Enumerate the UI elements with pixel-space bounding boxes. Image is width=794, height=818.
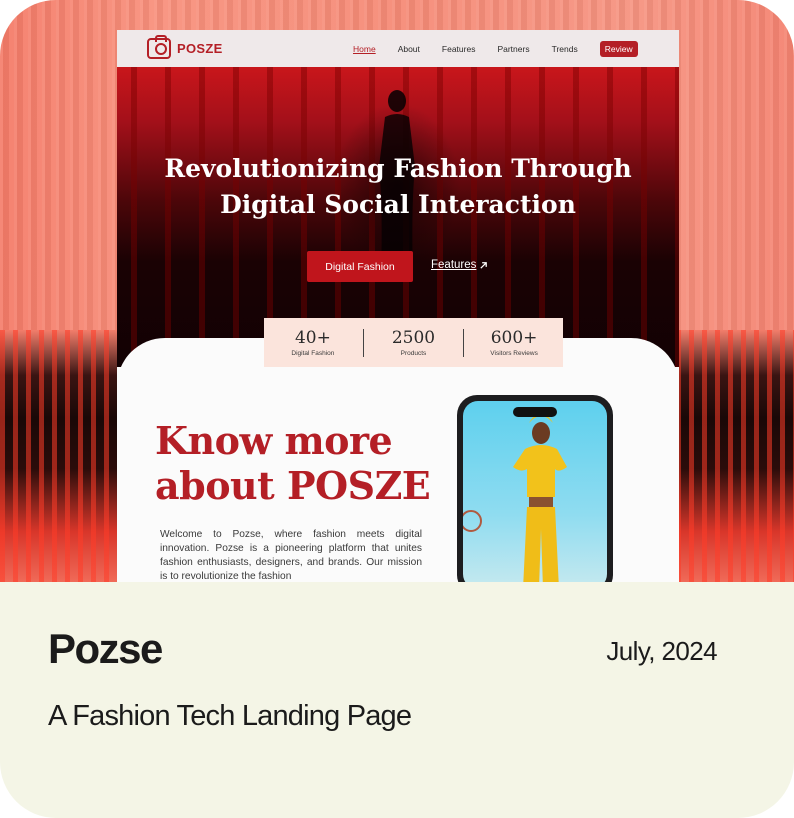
about-section: Know more about POSZE Welcome to Pozse, …	[117, 338, 679, 582]
project-title: Pozse	[48, 625, 163, 672]
camera-bag-logo-icon	[147, 35, 171, 59]
nav-item-about[interactable]: About	[398, 44, 420, 54]
stat-divider	[362, 328, 364, 357]
stat-digital-fashion: 40+ Digital Fashion	[265, 328, 361, 357]
phone-screen-fashion-model-image	[463, 401, 607, 582]
hero-title: Revolutionizing Fashion Through Digital …	[117, 151, 679, 223]
arrow-up-right-icon	[480, 261, 488, 269]
project-date: July, 2024	[606, 636, 717, 666]
stat-value: 600+	[490, 328, 538, 348]
stat-label: Digital Fashion	[291, 350, 335, 357]
website-mockup: POSZE Home About Features Partners Trend…	[117, 30, 679, 582]
project-subtitle: A Fashion Tech Landing Page	[48, 700, 412, 732]
stat-visitor-reviews: 600+ Visitors Reviews	[466, 328, 562, 357]
hero-title-line-2: Digital Social Interaction	[220, 190, 576, 219]
project-thumbnail[interactable]: POSZE Home About Features Partners Trend…	[0, 0, 794, 582]
review-button[interactable]: Review	[599, 40, 638, 57]
phone-mockup	[457, 395, 613, 582]
stats-bar: 40+ Digital Fashion 2500 Products 600+ V…	[264, 318, 563, 367]
about-title: Know more about POSZE	[155, 418, 435, 508]
model-in-yellow-outfit-image	[463, 414, 567, 582]
digital-fashion-button[interactable]: Digital Fashion	[307, 251, 413, 282]
site-logo[interactable]: POSZE	[147, 35, 223, 59]
stat-label: Products	[400, 350, 427, 357]
nav-item-partners[interactable]: Partners	[497, 44, 529, 54]
project-card[interactable]: POSZE Home About Features Partners Trend…	[0, 0, 794, 818]
stat-products: 2500 Products	[365, 328, 461, 357]
stat-label: Visitors Reviews	[490, 350, 538, 357]
phone-notch	[513, 407, 557, 417]
nav-item-features[interactable]: Features	[442, 44, 476, 54]
features-link[interactable]: Features	[431, 259, 488, 271]
hero-title-line-1: Revolutionizing Fashion Through	[164, 154, 632, 183]
about-title-line-1: Know more	[155, 418, 393, 463]
about-title-line-2: about POSZE	[155, 463, 431, 508]
about-description: Welcome to Pozse, where fashion meets di…	[160, 529, 422, 582]
nav-item-home[interactable]: Home	[353, 44, 376, 54]
stat-value: 2500	[391, 328, 436, 348]
site-navbar: POSZE Home About Features Partners Trend…	[117, 30, 679, 67]
stat-value: 40+	[294, 328, 331, 348]
nav-item-trends[interactable]: Trends	[552, 44, 578, 54]
logo-text: POSZE	[177, 41, 223, 56]
stat-divider	[463, 328, 465, 357]
features-link-label: Features	[431, 259, 477, 271]
nav-links: Home About Features Partners Trends Revi…	[353, 30, 638, 67]
